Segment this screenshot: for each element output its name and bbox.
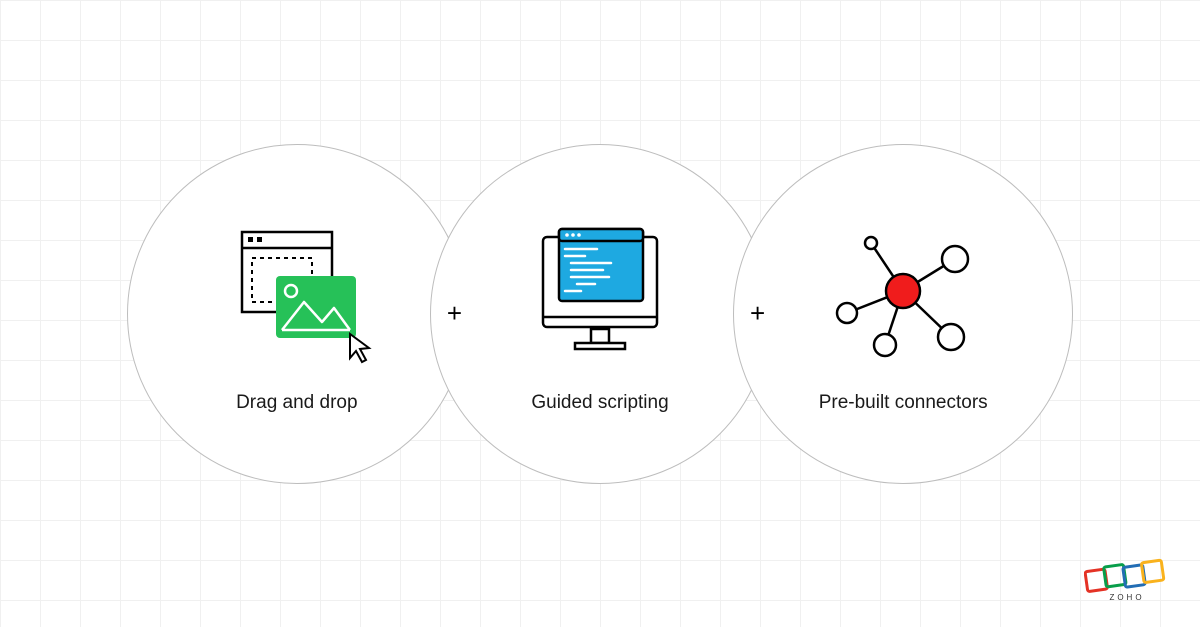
- drag-drop-icon: [222, 214, 372, 374]
- feature-circle-drag-drop: Drag and drop: [127, 144, 467, 484]
- feature-label: Pre-built connectors: [819, 392, 988, 414]
- zoho-logo: ZOHO: [1084, 556, 1170, 609]
- feature-circle-connectors: Pre-built connectors: [733, 144, 1073, 484]
- scripting-icon: [525, 214, 675, 374]
- plus-separator: +: [447, 298, 462, 329]
- feature-row: Drag and drop +: [0, 0, 1200, 627]
- brand-text: ZOHO: [1109, 593, 1144, 602]
- feature-circle-scripting: Guided scripting: [430, 144, 770, 484]
- connectors-icon: [823, 214, 983, 374]
- plus-separator: +: [750, 298, 765, 329]
- feature-label: Drag and drop: [236, 392, 357, 414]
- feature-label: Guided scripting: [531, 392, 668, 414]
